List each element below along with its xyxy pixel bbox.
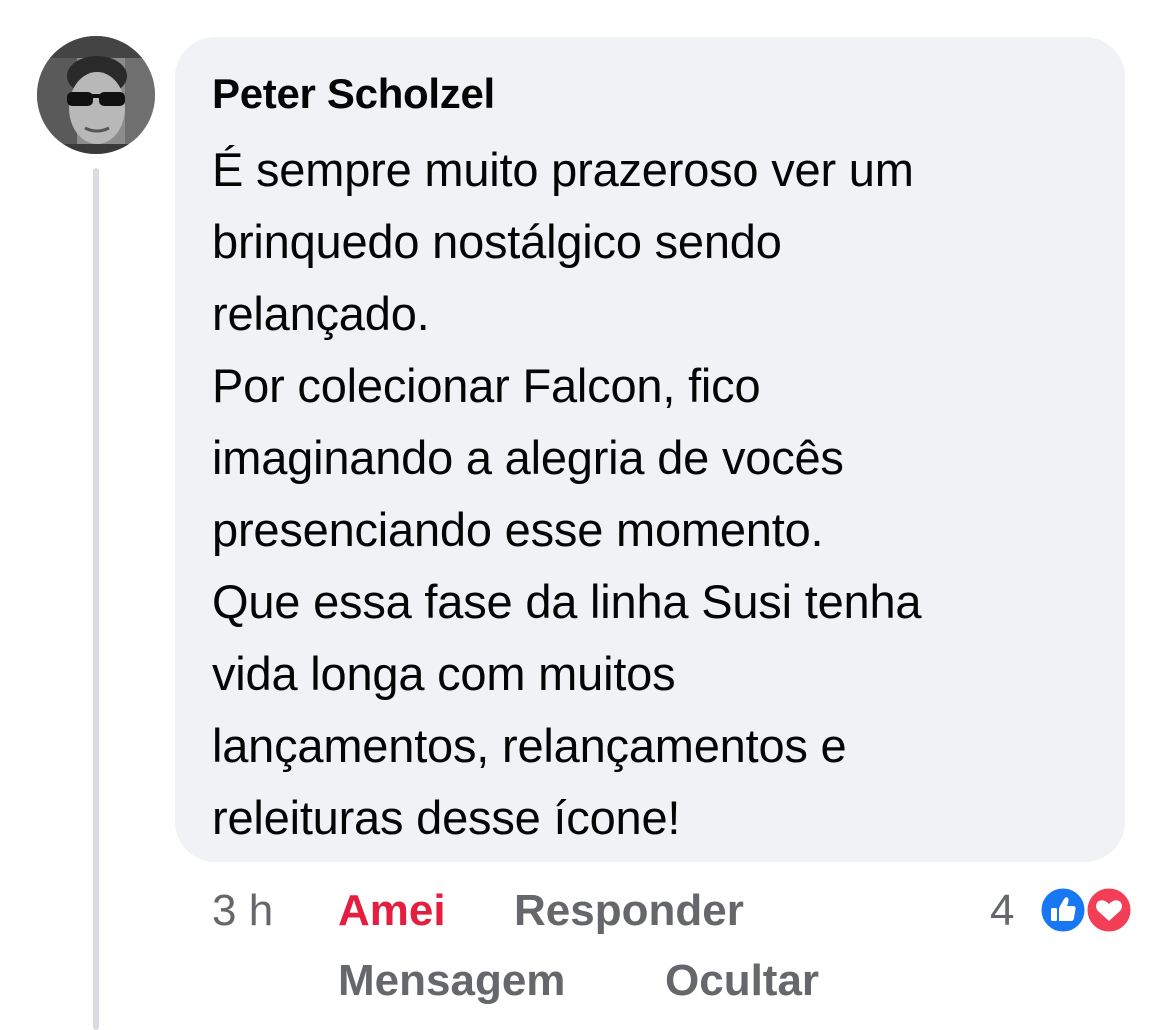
comment-body-line: É sempre muito prazeroso ver um: [212, 143, 914, 196]
hide-button[interactable]: Ocultar: [665, 955, 819, 1007]
message-button[interactable]: Mensagem: [338, 955, 565, 1007]
love-icon: [1084, 885, 1134, 935]
comment-body-line: Que essa fase da linha Susi tenha: [212, 575, 922, 628]
comment-body-line: vida longa com muitos: [212, 647, 676, 700]
reaction-summary[interactable]: [1038, 885, 1138, 935]
love-reaction-button[interactable]: Amei: [338, 885, 446, 937]
reaction-count[interactable]: 4: [990, 885, 1014, 937]
comment-body: É sempre muito prazeroso ver um brinqued…: [212, 134, 1112, 854]
comment-body-line: presenciando esse momento.: [212, 503, 824, 556]
thread-connector-line: [93, 168, 99, 1030]
avatar[interactable]: [37, 36, 155, 154]
comment-body-line: imaginando a alegria de vocês: [212, 431, 844, 484]
comment-body-line: brinquedo nostálgico sendo: [212, 215, 782, 268]
comment-body-line: releituras desse ícone!: [212, 791, 681, 844]
comment-body-line: relançado.: [212, 287, 430, 340]
avatar-photo: [37, 36, 155, 154]
reply-button[interactable]: Responder: [514, 885, 744, 937]
comment-author-name[interactable]: Peter Scholzel: [212, 70, 495, 118]
comment-thread: Peter Scholzel É sempre muito prazeroso …: [0, 0, 1170, 1030]
like-icon: [1038, 885, 1088, 935]
comment-body-line: Por colecionar Falcon, fico: [212, 359, 761, 412]
comment-timestamp[interactable]: 3 h: [212, 885, 273, 937]
comment-body-line: lançamentos, relançamentos e: [212, 719, 847, 772]
